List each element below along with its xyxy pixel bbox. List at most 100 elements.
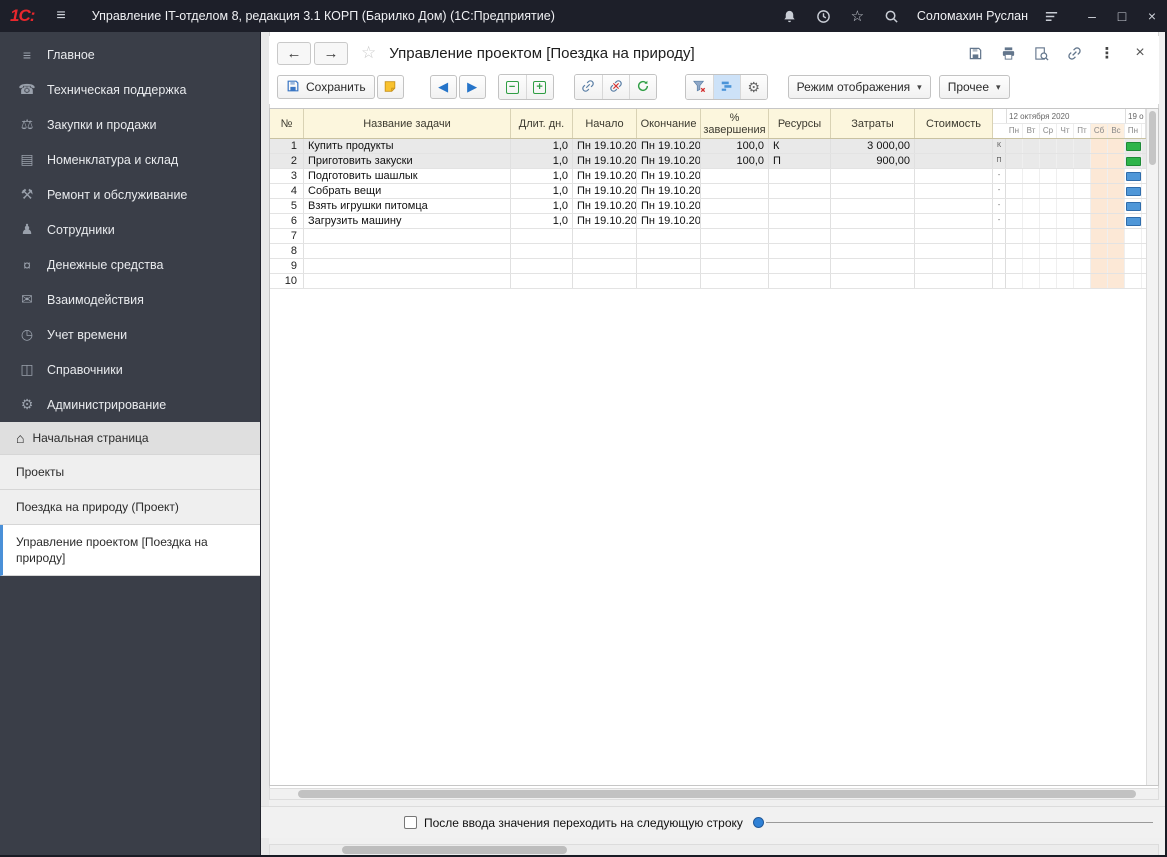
note-button[interactable] xyxy=(376,75,404,99)
print-icon[interactable] xyxy=(999,45,1017,61)
cell-start[interactable] xyxy=(573,259,637,273)
cell-price[interactable] xyxy=(915,184,993,198)
cell-pct[interactable] xyxy=(701,229,769,243)
gantt-bar[interactable] xyxy=(1126,187,1141,196)
cell-end[interactable]: Пн 19.10.20 xyxy=(637,199,701,213)
sidebar-item-catalogs[interactable]: ◫ Справочники xyxy=(0,352,260,387)
cell-end[interactable]: Пн 19.10.20 xyxy=(637,169,701,183)
cell-start[interactable] xyxy=(573,244,637,258)
cell-n[interactable]: 4 xyxy=(270,184,304,198)
gantt-bar[interactable] xyxy=(1126,202,1141,211)
cell-cost[interactable] xyxy=(831,244,915,258)
cell-cost[interactable] xyxy=(831,259,915,273)
vertical-scrollbar[interactable] xyxy=(1146,109,1158,785)
table-row[interactable]: 9 xyxy=(270,259,1158,274)
cell-end[interactable]: Пн 19.10.20 xyxy=(637,184,701,198)
cell-price[interactable] xyxy=(915,199,993,213)
cell-start[interactable]: Пн 19.10.20 xyxy=(573,199,637,213)
move-left-button[interactable]: ◀ xyxy=(429,75,457,99)
window-scrollbar-thumb[interactable] xyxy=(342,846,567,854)
more-menu-icon[interactable]: ⋮ xyxy=(1098,45,1116,62)
column-header[interactable]: Окончание xyxy=(637,109,701,138)
cell-dur[interactable]: 1,0 xyxy=(511,199,573,213)
move-right-button[interactable]: ▶ xyxy=(458,75,486,99)
cell-pct[interactable] xyxy=(701,184,769,198)
cell-pct[interactable] xyxy=(701,199,769,213)
display-mode-button[interactable]: Режим отображения ▾ xyxy=(787,75,931,99)
cell-res[interactable] xyxy=(769,199,831,213)
sidebar-item-interactions[interactable]: ✉ Взаимодействия xyxy=(0,282,260,317)
expand-all-button[interactable]: + xyxy=(525,75,553,99)
history-icon[interactable] xyxy=(815,8,832,24)
save-settings-icon[interactable] xyxy=(966,45,984,61)
cell-res[interactable]: П xyxy=(769,154,831,168)
cell-price[interactable] xyxy=(915,229,993,243)
open-window-item-3[interactable]: Управление проектом [Поездка на природу] xyxy=(0,525,260,576)
sidebar-item-nomenclature-warehouse[interactable]: ▤ Номенклатура и склад xyxy=(0,142,260,177)
cell-start[interactable]: Пн 19.10.20 xyxy=(573,214,637,228)
current-user[interactable]: Соломахин Руслан xyxy=(917,9,1028,23)
cell-dur[interactable] xyxy=(511,274,573,288)
maximize-button[interactable]: □ xyxy=(1107,8,1137,24)
cell-dur[interactable] xyxy=(511,259,573,273)
cell-res[interactable]: К xyxy=(769,139,831,153)
get-link-icon[interactable] xyxy=(1065,45,1083,61)
back-button[interactable]: ← xyxy=(277,41,311,65)
cell-end[interactable] xyxy=(637,259,701,273)
cell-price[interactable] xyxy=(915,259,993,273)
forward-button[interactable]: → xyxy=(314,41,348,65)
gantt-view-button[interactable] xyxy=(712,75,740,99)
cell-cost[interactable] xyxy=(831,214,915,228)
close-window-button[interactable]: × xyxy=(1137,8,1167,24)
cell-dur[interactable]: 1,0 xyxy=(511,184,573,198)
cell-dur[interactable] xyxy=(511,244,573,258)
slider-track[interactable] xyxy=(765,822,1153,823)
sidebar-item-repair-service[interactable]: ⚒ Ремонт и обслуживание xyxy=(0,177,260,212)
cell-cost[interactable] xyxy=(831,184,915,198)
table-row[interactable]: 1 Купить продукты 1,0 Пн 19.10.20 Пн 19.10.2… xyxy=(270,139,1158,154)
cell-price[interactable] xyxy=(915,214,993,228)
cell-cost[interactable]: 900,00 xyxy=(831,154,915,168)
cell-end[interactable] xyxy=(637,229,701,243)
cell-start[interactable] xyxy=(573,229,637,243)
vertical-scrollbar-thumb[interactable] xyxy=(1149,111,1156,165)
clear-filter-button[interactable] xyxy=(685,75,713,99)
column-header[interactable]: Затраты xyxy=(831,109,915,138)
cell-price[interactable] xyxy=(915,139,993,153)
cell-task[interactable] xyxy=(304,274,511,288)
table-row[interactable]: 3 Подготовить шашлык 1,0 Пн 19.10.20 Пн 19.1… xyxy=(270,169,1158,184)
cell-task[interactable]: Купить продукты xyxy=(304,139,511,153)
cell-cost[interactable] xyxy=(831,274,915,288)
cell-n[interactable]: 7 xyxy=(270,229,304,243)
column-header[interactable]: % завершения xyxy=(701,109,769,138)
cell-start[interactable]: Пн 19.10.20 xyxy=(573,154,637,168)
table-row[interactable]: 7 xyxy=(270,229,1158,244)
unlink-tasks-button[interactable] xyxy=(601,75,629,99)
sidebar-item-employees[interactable]: ♟ Сотрудники xyxy=(0,212,260,247)
cell-n[interactable]: 1 xyxy=(270,139,304,153)
column-header[interactable]: Ресурсы xyxy=(769,109,831,138)
cell-task[interactable]: Загрузить машину xyxy=(304,214,511,228)
cell-dur[interactable]: 1,0 xyxy=(511,139,573,153)
sidebar-item-administration[interactable]: ⚙ Администрирование xyxy=(0,387,260,422)
cell-dur[interactable]: 1,0 xyxy=(511,214,573,228)
column-header[interactable]: Название задачи xyxy=(304,109,511,138)
cell-task[interactable] xyxy=(304,229,511,243)
open-window-item-1[interactable]: Проекты xyxy=(0,455,260,490)
sidebar-item-time-tracking[interactable]: ◷ Учет времени xyxy=(0,317,260,352)
cell-end[interactable]: Пн 19.10.20 xyxy=(637,154,701,168)
cell-pct[interactable] xyxy=(701,214,769,228)
gantt-bar[interactable] xyxy=(1126,217,1141,226)
minimize-button[interactable]: – xyxy=(1077,8,1107,24)
cell-res[interactable] xyxy=(769,169,831,183)
save-button[interactable]: Сохранить xyxy=(277,75,375,99)
cell-cost[interactable] xyxy=(831,169,915,183)
cell-n[interactable]: 8 xyxy=(270,244,304,258)
cell-start[interactable] xyxy=(573,274,637,288)
cell-pct[interactable] xyxy=(701,259,769,273)
cell-dur[interactable] xyxy=(511,229,573,243)
open-window-item-0[interactable]: ⌂ Начальная страница xyxy=(0,422,260,455)
cell-price[interactable] xyxy=(915,244,993,258)
cell-task[interactable]: Подготовить шашлык xyxy=(304,169,511,183)
gantt-bar[interactable] xyxy=(1126,142,1141,151)
